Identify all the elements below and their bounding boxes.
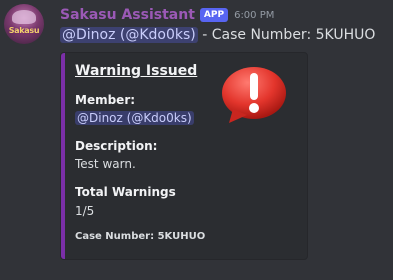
author-username[interactable]: Sakasu Assistant — [60, 7, 195, 23]
app-badge: APP — [199, 8, 229, 22]
field-description-name: Description: — [75, 139, 158, 153]
red-exclamation-speech-bubble-icon[interactable] — [219, 65, 289, 125]
field-total-warnings-name: Total Warnings — [75, 185, 176, 199]
message-header: Sakasu Assistant APP 6:00 PM — [60, 5, 274, 25]
field-member-name: Member: — [75, 93, 136, 107]
field-total-warnings-value: 1/5 — [75, 204, 95, 218]
field-member-value: @Dinoz (@Kdo0ks) — [75, 111, 194, 125]
message-content: @Dinoz (@Kdo0ks) - Case Number: 5KUHUO — [60, 27, 375, 43]
message-timestamp[interactable]: 6:00 PM — [234, 10, 274, 21]
user-mention[interactable]: @Dinoz (@Kdo0ks) — [60, 27, 198, 43]
warning-embed: Warning Issued Member: @Dinoz (@Kdo0ks) … — [60, 52, 308, 260]
field-description-value: Test warn. — [75, 157, 136, 171]
embed-accent-bar — [61, 53, 65, 259]
member-mention[interactable]: @Dinoz (@Kdo0ks) — [75, 111, 194, 125]
message-text: - Case Number: 5KUHUO — [197, 27, 376, 43]
avatar-logo-text: Sakasu — [8, 26, 40, 35]
embed-title: Warning Issued — [75, 63, 198, 79]
bot-avatar[interactable]: Sakasu — [4, 4, 44, 44]
avatar-art — [12, 10, 36, 24]
embed-footer: Case Number: 5KUHUO — [75, 231, 206, 242]
